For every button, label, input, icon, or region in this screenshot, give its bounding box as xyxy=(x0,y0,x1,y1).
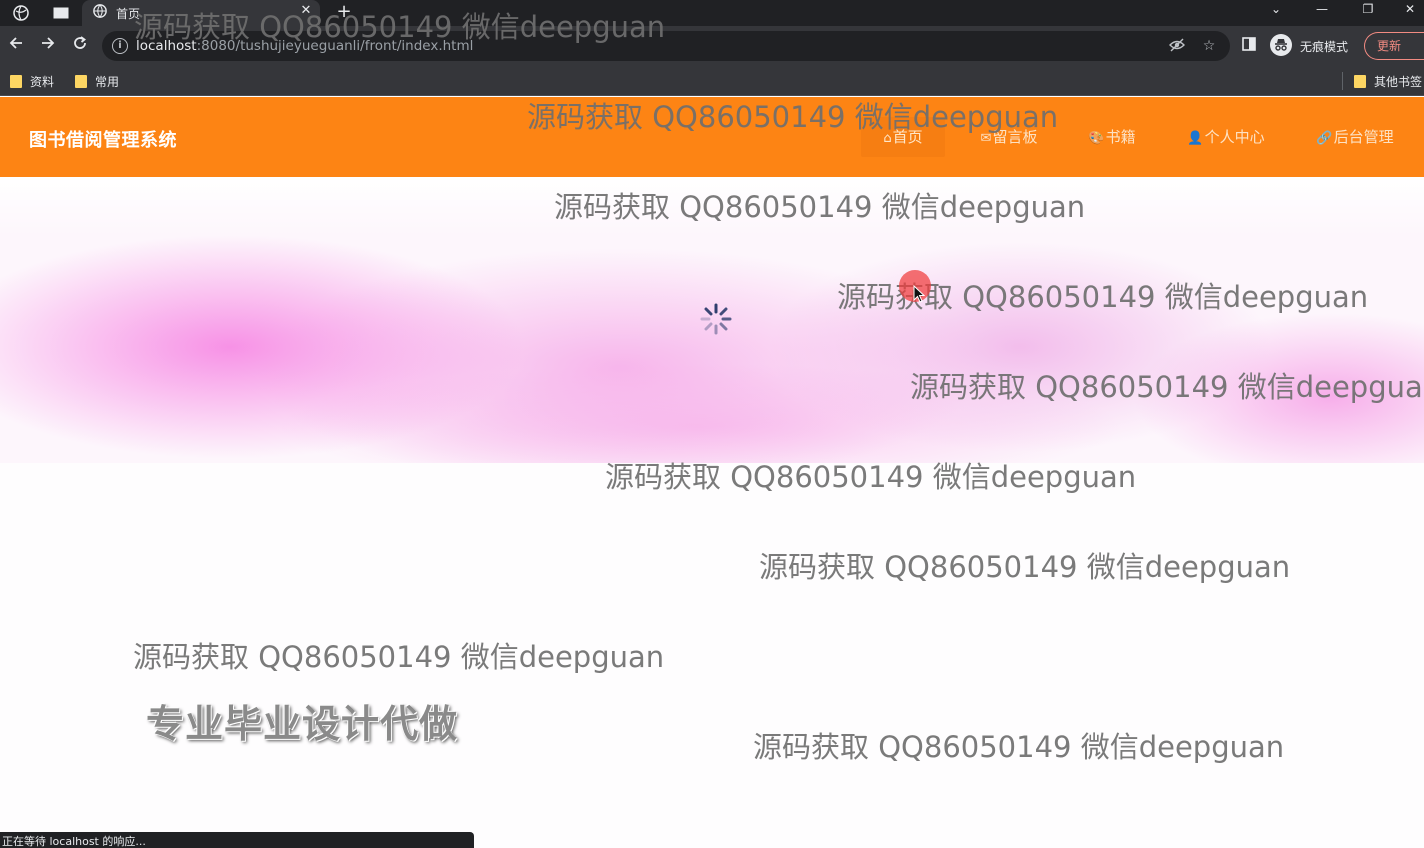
banner-carousel[interactable] xyxy=(0,177,1424,463)
other-bookmarks-folder[interactable]: 其他书签 xyxy=(1354,72,1422,90)
back-arrow-icon[interactable] xyxy=(5,35,27,57)
folder-icon xyxy=(1354,74,1366,88)
status-bubble: 正在等待 localhost 的响应... xyxy=(0,832,474,848)
nav-label: 个人中心 xyxy=(1204,128,1265,146)
other-bookmarks-label: 其他书签 xyxy=(1374,74,1423,89)
site-header: 图书借阅管理系统 ⌂首页 ✉留言板 🎨书籍 👤个人中心 🔗后台管理 xyxy=(0,97,1424,177)
incognito-icon[interactable] xyxy=(1270,34,1292,56)
content-area xyxy=(0,463,1424,848)
active-tab[interactable]: 首页 ✕ xyxy=(82,0,320,26)
folder-icon xyxy=(75,74,87,88)
status-text: 正在等待 localhost 的响应... xyxy=(2,835,146,848)
bookmark-folder-changyong[interactable]: 常用 xyxy=(75,72,119,90)
side-panel-icon[interactable] xyxy=(1238,35,1260,57)
browser-toolbar: i localhost:8080/tushujieyueguanli/front… xyxy=(0,26,1424,66)
tab-search-icon[interactable] xyxy=(52,4,70,22)
folder-icon xyxy=(10,74,22,88)
user-icon: 👤 xyxy=(1187,131,1204,146)
nav-label: 首页 xyxy=(892,128,923,146)
update-button[interactable]: 更新 xyxy=(1364,32,1424,60)
palette-icon: 🎨 xyxy=(1088,131,1105,146)
bookmark-folder-ziliao[interactable]: 资料 xyxy=(10,72,54,90)
site-title: 图书借阅管理系统 xyxy=(29,130,177,151)
loading-spinner-icon xyxy=(700,303,732,335)
site-info-icon[interactable]: i xyxy=(112,38,128,54)
nav-label: 留言板 xyxy=(992,128,1038,146)
bookmarks-bar: 资料 常用 其他书签 xyxy=(0,66,1424,96)
address-url[interactable]: localhost:8080/tushujieyueguanli/front/i… xyxy=(136,38,473,54)
bookmark-label: 常用 xyxy=(95,74,120,89)
tab-list-chevron-icon[interactable]: ⌄ xyxy=(1256,0,1296,22)
bookmark-label: 资料 xyxy=(30,74,55,89)
browser-globe-icon[interactable] xyxy=(12,4,30,22)
star-icon[interactable]: ☆ xyxy=(1200,37,1218,55)
nav-label: 书籍 xyxy=(1105,128,1136,146)
eye-off-icon[interactable] xyxy=(1168,37,1186,55)
tab-close-icon[interactable]: ✕ xyxy=(298,3,314,19)
nav-admin[interactable]: 🔗后台管理 xyxy=(1303,117,1407,157)
reload-icon[interactable] xyxy=(69,35,91,57)
nav-books[interactable]: 🎨书籍 xyxy=(1076,117,1148,157)
home-icon: ⌂ xyxy=(883,131,892,146)
nav-label: 后台管理 xyxy=(1333,128,1394,146)
page-viewport: 图书借阅管理系统 ⌂首页 ✉留言板 🎨书籍 👤个人中心 🔗后台管理 专业毕业设计… xyxy=(0,97,1424,848)
restore-button[interactable]: ❐ xyxy=(1348,0,1388,22)
link-icon: 🔗 xyxy=(1316,131,1333,146)
tab-globe-icon xyxy=(92,4,108,20)
address-bar[interactable]: i localhost:8080/tushujieyueguanli/front… xyxy=(102,31,1230,61)
new-tab-button[interactable]: + xyxy=(334,1,354,23)
promo-text: 专业毕业设计代做 xyxy=(146,702,459,746)
nav-home[interactable]: ⌂首页 xyxy=(861,117,945,157)
browser-titlebar: 首页 ✕ + ⌄ — ❐ ✕ xyxy=(0,0,1424,26)
close-window-button[interactable]: ✕ xyxy=(1390,0,1424,22)
nav-personal-center[interactable]: 👤个人中心 xyxy=(1174,117,1278,157)
address-path: :8080/tushujieyueguanli/front/index.html xyxy=(196,38,474,54)
incognito-label[interactable]: 无痕模式 xyxy=(1300,38,1348,55)
update-label: 更新 xyxy=(1377,39,1402,53)
mail-icon: ✉ xyxy=(980,131,992,146)
tab-title: 首页 xyxy=(116,7,141,21)
address-host: localhost xyxy=(136,38,197,54)
forward-arrow-icon[interactable] xyxy=(37,35,59,57)
bookmarks-divider xyxy=(1342,72,1343,90)
mouse-cursor-icon xyxy=(913,285,925,303)
nav-message-board[interactable]: ✉留言板 xyxy=(966,117,1052,157)
minimize-button[interactable]: — xyxy=(1302,0,1342,22)
